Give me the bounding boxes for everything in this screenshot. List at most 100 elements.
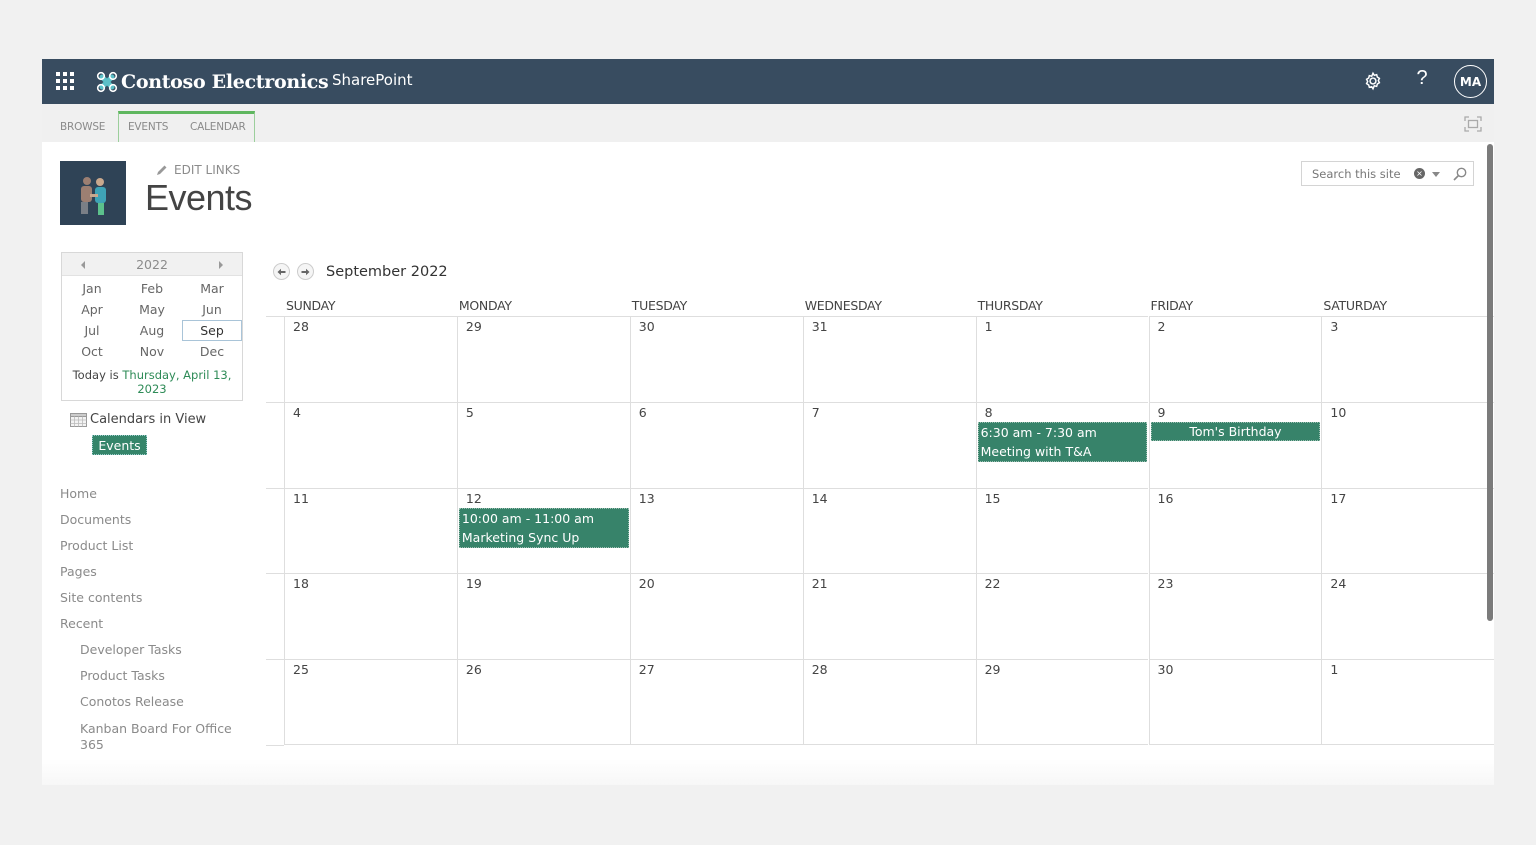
day-number[interactable]: 4 (293, 405, 301, 420)
nav-item-recent[interactable]: Recent (60, 616, 103, 631)
site-logo[interactable] (60, 161, 126, 225)
product-name-link[interactable]: SharePoint (332, 71, 413, 89)
month-jun[interactable]: Jun (182, 299, 242, 320)
calendar-day-cell[interactable]: 20 (629, 573, 803, 660)
search-icon[interactable] (1452, 166, 1468, 182)
settings-gear-icon[interactable] (1362, 70, 1384, 92)
calendar-day-cell[interactable]: 16 (1148, 487, 1322, 574)
day-number[interactable]: 16 (1158, 491, 1174, 506)
day-number[interactable]: 12 (466, 491, 482, 506)
tab-calendar[interactable]: CALENDAR (190, 121, 246, 133)
day-number[interactable]: 1 (985, 319, 993, 334)
day-number[interactable]: 21 (812, 576, 828, 591)
calendar-event[interactable]: Tom's Birthday (1150, 421, 1321, 441)
month-oct[interactable]: Oct (62, 341, 122, 362)
calendar-day-cell[interactable]: 22 (975, 573, 1149, 660)
month-feb[interactable]: Feb (122, 278, 182, 299)
calendar-day-cell[interactable]: 5 (456, 401, 630, 488)
calendar-overlay-events[interactable]: Events (92, 435, 147, 455)
app-launcher-icon[interactable] (56, 72, 74, 90)
calendar-event[interactable]: 6:30 am - 7:30 am Meeting with T&A (977, 421, 1148, 462)
calendar-day-cell[interactable]: 29 (975, 659, 1149, 745)
nav-item-documents[interactable]: Documents (60, 512, 131, 527)
calendar-day-cell[interactable]: 1 (1321, 659, 1494, 745)
calendar-day-cell[interactable]: 28 (802, 659, 976, 745)
month-may[interactable]: May (122, 299, 182, 320)
day-number[interactable]: 11 (293, 491, 309, 506)
nav-item-pages[interactable]: Pages (60, 564, 97, 579)
day-number[interactable]: 3 (1330, 319, 1338, 334)
clear-search-icon[interactable]: × (1414, 168, 1425, 179)
search-input[interactable] (1302, 162, 1412, 185)
month-jul[interactable]: Jul (62, 320, 122, 341)
tab-browse[interactable]: BROWSE (60, 121, 105, 133)
day-number[interactable]: 31 (812, 319, 828, 334)
day-number[interactable]: 24 (1330, 576, 1346, 591)
month-sep[interactable]: Sep (182, 320, 242, 341)
recent-item-product-tasks[interactable]: Product Tasks (80, 668, 240, 684)
day-number[interactable]: 28 (293, 319, 309, 334)
recent-item-developer-tasks[interactable]: Developer Tasks (80, 642, 240, 658)
day-number[interactable]: 7 (812, 405, 820, 420)
calendar-day-cell[interactable]: 28 (284, 316, 457, 402)
calendar-day-cell[interactable]: 13 (629, 487, 803, 574)
calendar-day-cell[interactable]: 24 (1321, 573, 1494, 660)
nav-item-site-contents[interactable]: Site contents (60, 590, 142, 605)
recent-item-conotos-release[interactable]: Conotos Release (80, 694, 240, 710)
calendar-day-cell[interactable]: 27 (629, 659, 803, 745)
day-number[interactable]: 22 (985, 576, 1001, 591)
day-number[interactable]: 27 (639, 662, 655, 677)
month-nov[interactable]: Nov (122, 341, 182, 362)
day-number[interactable]: 10 (1330, 405, 1346, 420)
day-number[interactable]: 29 (985, 662, 1001, 677)
month-dec[interactable]: Dec (182, 341, 242, 362)
calendar-day-cell[interactable]: 6 (629, 401, 803, 488)
day-number[interactable]: 25 (293, 662, 309, 677)
brand-logo-link[interactable]: Contoso Electronics (96, 68, 329, 96)
focus-on-content-icon[interactable] (1464, 116, 1482, 132)
month-mar[interactable]: Mar (182, 278, 242, 299)
day-number[interactable]: 18 (293, 576, 309, 591)
nav-item-product-list[interactable]: Product List (60, 538, 133, 553)
calendar-day-cell[interactable]: 26 (456, 659, 630, 745)
calendar-day-cell[interactable]: 11 (284, 487, 457, 574)
calendar-day-cell[interactable]: 17 (1321, 487, 1494, 574)
user-avatar[interactable]: MA (1454, 65, 1487, 98)
edit-links-button[interactable]: EDIT LINKS (156, 163, 240, 177)
calendar-day-cell[interactable]: 7 (802, 401, 976, 488)
calendar-day-cell[interactable]: 1 (975, 316, 1149, 402)
calendar-day-cell[interactable]: 2 (1148, 316, 1322, 402)
day-number[interactable]: 28 (812, 662, 828, 677)
day-number[interactable]: 19 (466, 576, 482, 591)
month-jan[interactable]: Jan (62, 278, 122, 299)
calendar-day-cell[interactable]: 21 (802, 573, 976, 660)
next-year-icon[interactable] (219, 261, 223, 269)
month-aug[interactable]: Aug (122, 320, 182, 341)
day-number[interactable]: 14 (812, 491, 828, 506)
calendar-day-cell[interactable]: 23 (1148, 573, 1322, 660)
day-number[interactable]: 23 (1158, 576, 1174, 591)
calendar-day-cell[interactable]: 30 (629, 316, 803, 402)
day-number[interactable]: 15 (985, 491, 1001, 506)
next-month-button[interactable] (297, 263, 314, 280)
day-number[interactable]: 26 (466, 662, 482, 677)
tab-events[interactable]: EVENTS (128, 121, 168, 133)
day-number[interactable]: 29 (466, 319, 482, 334)
calendar-day-cell[interactable]: 30 (1148, 659, 1322, 745)
calendar-day-cell[interactable]: 19 (456, 573, 630, 660)
help-icon[interactable]: ? (1412, 67, 1432, 95)
day-number[interactable]: 2 (1158, 319, 1166, 334)
day-number[interactable]: 20 (639, 576, 655, 591)
day-number[interactable]: 5 (466, 405, 474, 420)
calendar-day-cell[interactable]: 4 (284, 401, 457, 488)
calendar-day-cell[interactable]: 18 (284, 573, 457, 660)
day-number[interactable]: 13 (639, 491, 655, 506)
calendar-day-cell[interactable]: 14 (802, 487, 976, 574)
calendar-day-cell[interactable]: 29 (456, 316, 630, 402)
recent-item-kanban-board-for-office-365[interactable]: Kanban Board For Office 365 (80, 721, 240, 753)
day-number[interactable]: 30 (1158, 662, 1174, 677)
calendar-day-cell[interactable]: 25 (284, 659, 457, 745)
calendar-event[interactable]: 10:00 am - 11:00 am Marketing Sync Up (458, 507, 629, 548)
month-apr[interactable]: Apr (62, 299, 122, 320)
vertical-scrollbar[interactable] (1487, 144, 1493, 621)
